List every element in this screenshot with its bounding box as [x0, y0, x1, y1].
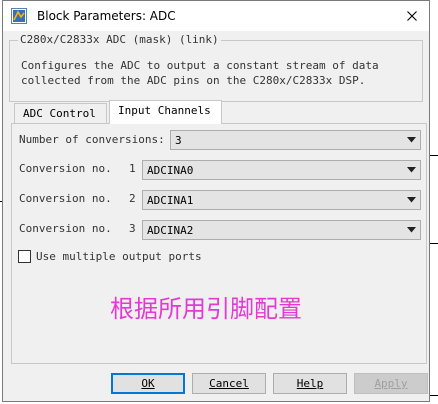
select-value: ADCINA1: [147, 194, 194, 207]
chevron-down-icon: [407, 197, 416, 203]
select-value: ADCINA0: [147, 164, 194, 177]
simulink-app-icon: [11, 8, 27, 24]
tab-label: Input Channels: [118, 104, 211, 117]
select-value: 3: [175, 134, 182, 147]
title-bar: Block Parameters: ADC: [3, 1, 429, 31]
conversion-label: Conversion no.: [19, 162, 112, 175]
background-wire: [430, 155, 438, 156]
cancel-button[interactable]: Cancel: [192, 373, 266, 394]
multiple-output-ports-label: Use multiple output ports: [36, 250, 202, 263]
window-title: Block Parameters: ADC: [37, 9, 176, 23]
tab-label: ADC Control: [23, 107, 96, 120]
conversion-2-select[interactable]: ADCINA1: [142, 190, 421, 210]
conversion-label: Conversion no.: [19, 222, 112, 235]
cancel-label: Cancel: [209, 377, 249, 390]
help-button[interactable]: Help: [273, 373, 347, 394]
conversion-label: Conversion no.: [19, 192, 112, 205]
chevron-down-icon: [407, 167, 416, 173]
tab-panel-input-channels: Number of conversions: 3 Conversion no. …: [11, 123, 427, 364]
help-label: Help: [296, 377, 324, 390]
mask-description-group: C280x/C2833x ADC (mask) (link) Configure…: [9, 33, 423, 102]
background-wire: [430, 243, 438, 244]
conversion-index: 3: [129, 222, 136, 235]
conversion-3-select[interactable]: ADCINA2: [142, 220, 421, 240]
annotation-note: 根据所用引脚配置: [110, 295, 302, 323]
num-conversions-select[interactable]: 3: [170, 130, 421, 150]
ok-button[interactable]: OK: [111, 373, 185, 394]
background-wire: [430, 395, 438, 396]
mask-title: C280x/C2833x ADC (mask) (link): [18, 33, 221, 46]
conversion-index: 1: [129, 162, 136, 175]
chevron-down-icon: [407, 137, 416, 143]
num-conversions-label: Number of conversions:: [19, 133, 165, 146]
mask-description: Configures the ADC to output a constant …: [21, 59, 379, 87]
conversion-1-select[interactable]: ADCINA0: [142, 160, 421, 180]
apply-label: Apply: [374, 377, 408, 390]
ok-label: OK: [141, 377, 155, 390]
block-parameters-dialog: Block Parameters: ADC C280x/C2833x ADC (…: [2, 0, 430, 402]
tab-input-channels[interactable]: Input Channels: [109, 100, 222, 124]
apply-button[interactable]: Apply: [354, 373, 428, 394]
close-button[interactable]: [395, 1, 429, 31]
close-icon: [407, 11, 417, 21]
select-value: ADCINA2: [147, 224, 194, 237]
chevron-down-icon: [407, 227, 416, 233]
conversion-index: 2: [129, 192, 136, 205]
multiple-output-ports-checkbox[interactable]: [18, 250, 31, 263]
tab-adc-control[interactable]: ADC Control: [14, 103, 107, 125]
